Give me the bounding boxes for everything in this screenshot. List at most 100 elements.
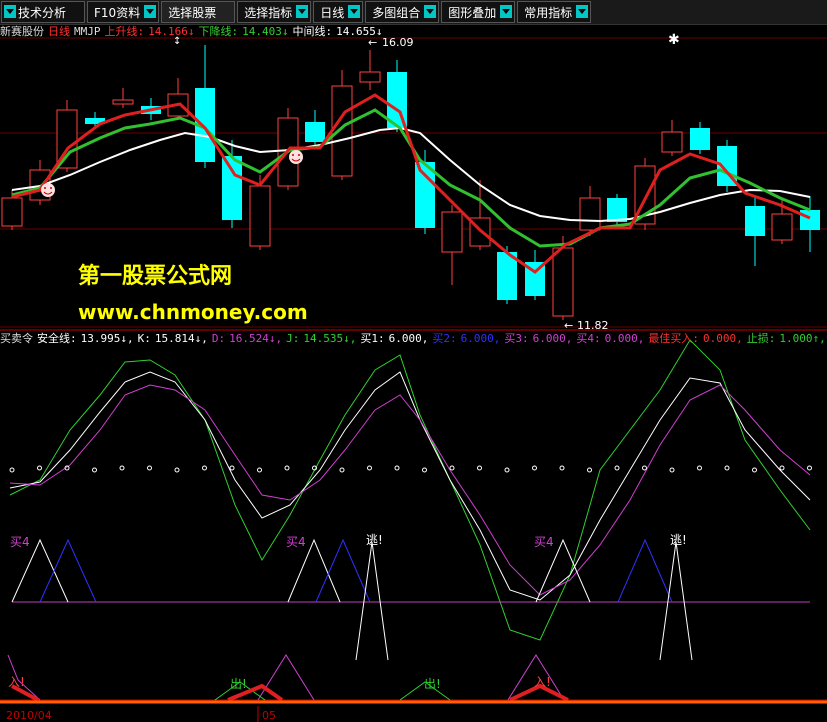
safety-dot [477,465,482,471]
candle-down [222,156,242,220]
down-line-label: 下降线: [198,25,239,38]
candle-up [331,85,353,177]
watermark-url: www.chnmoney.com [78,300,308,324]
escape-label: 逃! [366,533,383,547]
signal-triangles [7,538,693,701]
entry-strokes [11,683,569,702]
buy3-label: 买3: [504,332,529,345]
safety-dot [202,465,207,471]
safety-dot [119,465,125,471]
main-indicator-header: 新赛股份 日线 MMJP 上升线: 14.166↓ 下降线: 14.403↓ 中间线: 14.6… [0,25,383,38]
sub-indicator-header: 买卖令 安全线: 13.995↓, K: 15.814↓, D: 16.524↓, J: 14.… [0,332,826,345]
k-label: K: [137,332,151,345]
safety-dot [752,467,757,473]
safety-dot [284,465,290,471]
candle-down [800,210,820,230]
safety-value: 13.995 [80,332,121,345]
mid-line-label: 中间线: [292,25,333,38]
buy4-label: 买4 [534,535,554,549]
safety-dot [9,467,15,473]
up-line-value: 14.166 [148,25,188,38]
down-line-value: 14.403 [242,25,282,38]
date-label: 2010/04 [6,709,52,722]
stock-name: 新赛股份 [0,25,44,38]
safety-dot [174,467,180,473]
mid-line-value: 14.655 [336,25,376,38]
indicator-name: MMJP [74,25,101,38]
date-label: 05 [262,709,276,722]
candle-up [1,197,23,227]
safety-dot [504,467,510,473]
buy4-value: 0.000 [604,332,638,345]
d-line [9,384,811,596]
buy2-label: 买2: [432,332,457,345]
safety-line-dots [9,465,812,473]
safety-dot [92,467,97,473]
candle-up [661,131,683,153]
d-value: 16.524 [229,332,269,345]
buy3-value: 6.000 [532,332,566,345]
safety-dot [422,467,427,473]
safety-dot [257,467,262,473]
stop-loss-label: 止损: [746,332,776,345]
safety-label: 安全线: [37,332,77,345]
smiley-icon [41,183,55,197]
safety-dot [367,465,372,471]
candle-down [305,122,325,142]
buy4-label: 买4 [10,535,30,549]
buy4-header-label: 买4: [576,332,601,345]
star-icon: ✱ [668,32,680,48]
safety-dot [449,465,455,471]
escape-label: 逃! [670,533,687,547]
safety-dot [37,465,42,471]
best-buy-value: 0.000 [703,332,737,345]
safety-dot [339,467,345,473]
safety-dot [642,465,647,471]
d-label: D: [211,332,226,345]
period-label: 日线 [48,25,70,38]
high-price-label: 16.09 [382,36,414,49]
in-label: 入! [8,675,25,689]
out-label: 出! [230,677,247,691]
j-value: 14.535 [303,332,344,345]
up-line [11,93,811,274]
best-buy-label: 最佳买入: [648,332,699,345]
candle-up [112,99,134,105]
j-line [9,339,811,641]
candle-up [359,71,381,83]
buy4-label: 买4 [286,535,306,549]
candle-up [771,213,793,241]
safety-dot [229,465,235,471]
watermark-title: 第一股票公式网 [78,264,233,289]
safety-dot [532,465,537,471]
safety-dot [614,465,620,471]
candle-up [249,185,271,247]
safety-dot [807,465,812,471]
safety-dot [779,465,785,471]
chart-canvas[interactable]: ✱ ↕ ← 16.09 ← 11.82 买4 买4 买4 逃! 逃! 入! 入! [0,0,827,722]
safety-dot [147,465,152,471]
safety-dot [669,467,675,473]
in-label: 入! [534,675,551,689]
candle-down [690,128,710,150]
candle-up [579,197,601,231]
buy2-value: 6.000 [460,332,494,345]
safety-dot [559,465,565,471]
buy1-label: 买1: [360,332,385,345]
candle-down [745,206,765,236]
up-line-label: 上升线: [104,25,145,38]
k-line [9,371,811,601]
j-label: J: [286,332,300,345]
buy1-value: 6.000 [388,332,422,345]
safety-dot [697,465,702,471]
safety-dot [724,465,730,471]
candle-up [441,211,463,253]
candle-up [552,247,574,317]
sub-indicator-name: 买卖令 [0,332,33,345]
safety-dot [394,465,400,471]
out-label: 出! [424,677,441,691]
k-value: 15.814 [154,332,195,345]
safety-dot [587,467,592,473]
smiley-icon [289,150,303,164]
stop-loss-value: 1.000 [779,332,813,345]
